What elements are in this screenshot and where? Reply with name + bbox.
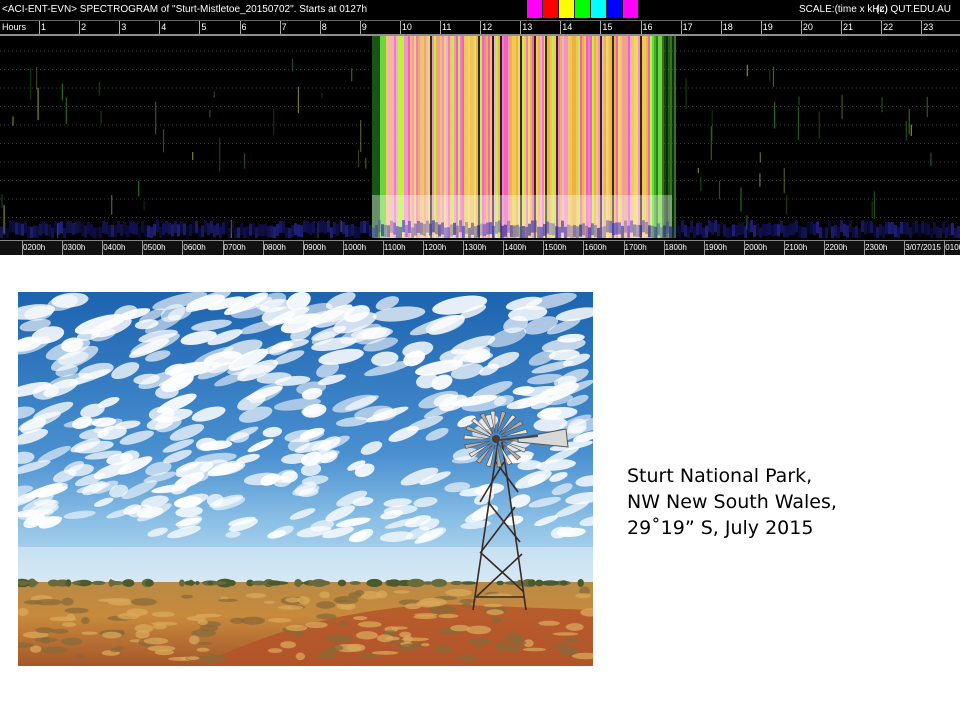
hour-tick-label: 20 (802, 22, 813, 32)
hour-tick-label: 7 (281, 22, 287, 32)
hour-tick-label: 22 (883, 22, 894, 32)
hour-tick-label: 5 (201, 22, 207, 32)
hour-tick-label: 10 (401, 22, 412, 32)
time-tick-label: 0200h (23, 243, 46, 252)
time-tick-label: 1000h (343, 243, 367, 252)
spectrogram-column (674, 35, 676, 238)
hour-tick-label: 23 (923, 22, 934, 32)
time-tick-label: 0900h (303, 243, 326, 252)
time-tick-label: 1900h (704, 243, 727, 252)
time-tick-label: 3/07/2015 (905, 243, 941, 252)
time-tick-label: 2300h (865, 243, 888, 252)
spectrogram-title-bar: <ACI-ENT-EVN> SPECTROGRAM of "Sturt-Mist… (0, 0, 960, 20)
spectrogram-title: <ACI-ENT-EVN> SPECTROGRAM of "Sturt-Mist… (2, 4, 368, 15)
hours-axis: Hours 1 2 3 4 5 6 7 8 9 10 11 12 13 14 15 16 17 18 19 20 21 2… (0, 20, 960, 35)
hour-tick-label: 12 (482, 22, 493, 32)
color-swatch (575, 0, 591, 18)
hours-axis-label: Hours (2, 22, 27, 32)
spectrogram-copyright: (c) QUT.EDU.AU (876, 4, 951, 15)
hour-tick-label: 13 (522, 22, 533, 32)
time-tick-label: 1800h (664, 243, 687, 252)
hour-tick-label: 3 (121, 22, 127, 32)
caption-line-1: Sturt National Park, (627, 465, 813, 487)
spectrogram-column (672, 35, 674, 238)
hour-tick-label: 6 (241, 22, 247, 32)
time-tick-label: 2100h (784, 243, 808, 252)
hour-tick-label: 1 (41, 22, 47, 32)
outback-windmill-photo (18, 292, 593, 666)
time-tick-label: 0500h (143, 243, 166, 252)
hour-tick-label: 9 (361, 22, 367, 32)
spectrogram-panel: <ACI-ENT-EVN> SPECTROGRAM of "Sturt-Mist… (0, 0, 960, 255)
color-swatch (607, 0, 623, 18)
time-tick-label: 0300h (63, 243, 86, 252)
time-tick-label: 0700h (223, 243, 246, 252)
color-swatch (527, 0, 543, 18)
color-swatch (543, 0, 559, 18)
hour-tick-label: 14 (562, 22, 573, 32)
hour-tick-label: 21 (843, 22, 854, 32)
time-tick-label: 1200h (424, 243, 447, 252)
time-tick-label: 2200h (825, 243, 848, 252)
time-tick-label: 1600h (584, 243, 607, 252)
color-swatch (623, 0, 639, 18)
color-index-swatches (527, 0, 639, 18)
hour-tick-label: 16 (642, 22, 653, 32)
hour-tick-label: 4 (161, 22, 167, 32)
photo-caption: Sturt National Park, NW New South Wales,… (627, 463, 947, 541)
time-tick-label: 0800h (263, 243, 286, 252)
color-swatch (591, 0, 607, 18)
time-tick-label: 1100h (383, 243, 406, 252)
time-tick-label: 0600h (183, 243, 206, 252)
hour-tick-label: 8 (321, 22, 327, 32)
time-tick-label: 1400h (504, 243, 527, 252)
time-tick-label: 2000h (744, 243, 768, 252)
time-tick-label: 1700h (624, 243, 647, 252)
caption-line-2: NW New South Wales, (627, 491, 837, 513)
hour-tick-label: 17 (682, 22, 693, 32)
time-tick-label: 0400h (103, 243, 126, 252)
spectrogram-scale-label: SCALE:(time x kHz) (799, 4, 888, 15)
time-axis: 0200h 0300h 0400h 0500h 0600h 0700h 0800h 0900h… (0, 240, 960, 255)
hour-tick-label: 15 (602, 22, 613, 32)
hour-tick-label: 18 (722, 22, 733, 32)
color-swatch (559, 0, 575, 18)
hour-tick-label: 19 (762, 22, 773, 32)
hour-tick-label: 11 (442, 22, 452, 32)
time-tick-label: 1300h (464, 243, 487, 252)
spectrogram-image (0, 35, 960, 238)
hour-tick-label: 2 (81, 22, 87, 32)
time-tick-label: 0100 (945, 243, 960, 252)
caption-line-3: 29˚19” S, July 2015 (627, 517, 814, 539)
time-tick-label: 1500h (544, 243, 567, 252)
